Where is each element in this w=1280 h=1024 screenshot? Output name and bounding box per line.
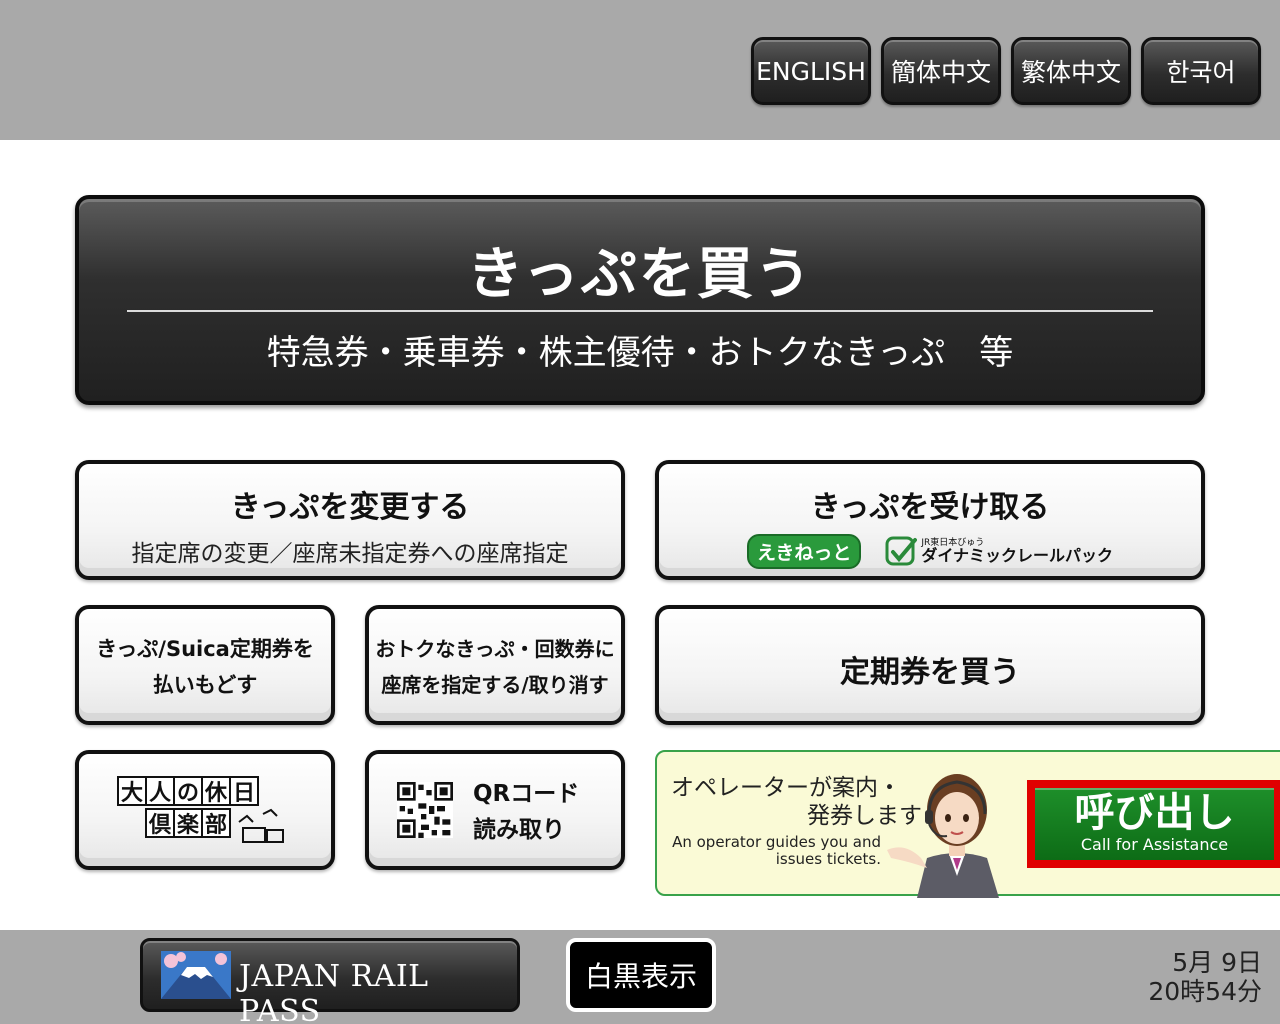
assist-en-line1: An operator guides you and (672, 833, 881, 851)
assist-en-text: An operator guides you and issues ticket… (671, 834, 881, 868)
qr-code-icon (397, 782, 453, 838)
dynamic-package-check-icon (885, 536, 918, 565)
call-for-assistance-jp: 呼び出し (1074, 790, 1235, 836)
bird-luggage-icon (238, 808, 284, 843)
club-char: 日 (229, 776, 259, 806)
date-text: 5月 9日 (1172, 948, 1262, 977)
buy-ticket-subtitle: 特急券・乗車券・株主優待・おトクなきっぷ 等 (266, 333, 1014, 373)
japan-rail-pass-label: JAPAN RAIL PASS (239, 959, 429, 1024)
buy-ticket-title: きっぷを買う (467, 242, 813, 307)
qr-code-read-button[interactable]: QRコード 読み取り (365, 750, 625, 870)
reserve-line2: 座席を指定する/取り消す (381, 673, 609, 697)
club-char: 楽 (173, 808, 203, 838)
refund-button[interactable]: きっぷ/Suica定期券を 払いもどす (75, 605, 335, 725)
change-ticket-button[interactable]: きっぷを変更する 指定席の変更／座席未指定券への座席指定 (75, 460, 625, 580)
change-ticket-subtitle: 指定席の変更／座席未指定券への座席指定 (131, 541, 569, 567)
buy-ticket-divider (127, 310, 1153, 312)
receive-ticket-button[interactable]: きっぷを受け取る えきねっと JR東日本びゅう ダイナミックレールパック (655, 460, 1205, 580)
japan-rail-pass-button[interactable]: JAPAN RAIL PASS (140, 938, 520, 1024)
dynamic-package-big-text: ダイナミックレールパック (921, 546, 1114, 565)
adult-holiday-club-button[interactable]: 大 人 の 休 日 倶 楽 部 (75, 750, 335, 870)
top-bar: ENGLISH 簡体中文 繁体中文 한국어 (0, 0, 1280, 140)
lang-simplified-chinese-button[interactable]: 簡体中文 (881, 37, 1001, 105)
bottom-bar: JAPAN RAIL PASS 白黒表示 5月 9日 20時54分 (0, 930, 1280, 1024)
refund-line1: きっぷ/Suica定期券を (96, 637, 314, 661)
assist-en-line2: issues tickets. (775, 850, 881, 868)
lang-traditional-chinese-button[interactable]: 繁体中文 (1011, 37, 1131, 105)
club-char: 休 (201, 776, 231, 806)
club-char: 大 (117, 776, 147, 806)
lang-korean-button[interactable]: 한국어 (1141, 37, 1261, 105)
ekinet-logo: えきねっと (746, 534, 862, 569)
reserve-seat-button[interactable]: おトクなきっぷ・回数券に 座席を指定する/取り消す (365, 605, 625, 725)
monochrome-display-button[interactable]: 白黒表示 (566, 938, 716, 1012)
receive-ticket-title: きっぷを受け取る (810, 490, 1050, 525)
call-for-assistance-button[interactable]: 呼び出し Call for Assistance (1027, 780, 1280, 868)
change-ticket-title: きっぷを変更する (230, 490, 470, 525)
club-char: 倶 (145, 808, 175, 838)
adult-holiday-club-logo: 大 人 の 休 日 倶 楽 部 (117, 776, 289, 846)
club-char: の (173, 776, 203, 806)
call-for-assistance-en: Call for Assistance (1080, 835, 1229, 854)
club-char: 部 (201, 808, 231, 838)
qr-line1: QRコード (473, 781, 580, 807)
mount-fuji-icon (161, 951, 231, 999)
buy-ticket-button[interactable]: きっぷを買う 特急券・乗車券・株主優待・おトクなきっぷ 等 (75, 195, 1205, 405)
operator-avatar-icon (887, 774, 999, 898)
datetime-display: 5月 9日 20時54分 (1148, 948, 1262, 1006)
buy-commuter-pass-title: 定期券を買う (840, 655, 1020, 690)
lang-english-button[interactable]: ENGLISH (751, 37, 871, 105)
qr-line2: 読み取り (473, 817, 565, 843)
operator-assistance-panel: オペレーターが案内・ 発券します An operator guides you … (655, 750, 1280, 898)
time-text: 20時54分 (1148, 977, 1262, 1006)
dynamic-package-logo: JR東日本びゅう ダイナミックレールパック (921, 539, 1113, 564)
buy-commuter-pass-button[interactable]: 定期券を買う (655, 605, 1205, 725)
club-char: 人 (145, 776, 175, 806)
call-for-assistance-inner: 呼び出し Call for Assistance (1035, 788, 1274, 860)
refund-line2: 払いもどす (152, 673, 258, 697)
reserve-line1: おトクなきっぷ・回数券に (375, 637, 615, 661)
